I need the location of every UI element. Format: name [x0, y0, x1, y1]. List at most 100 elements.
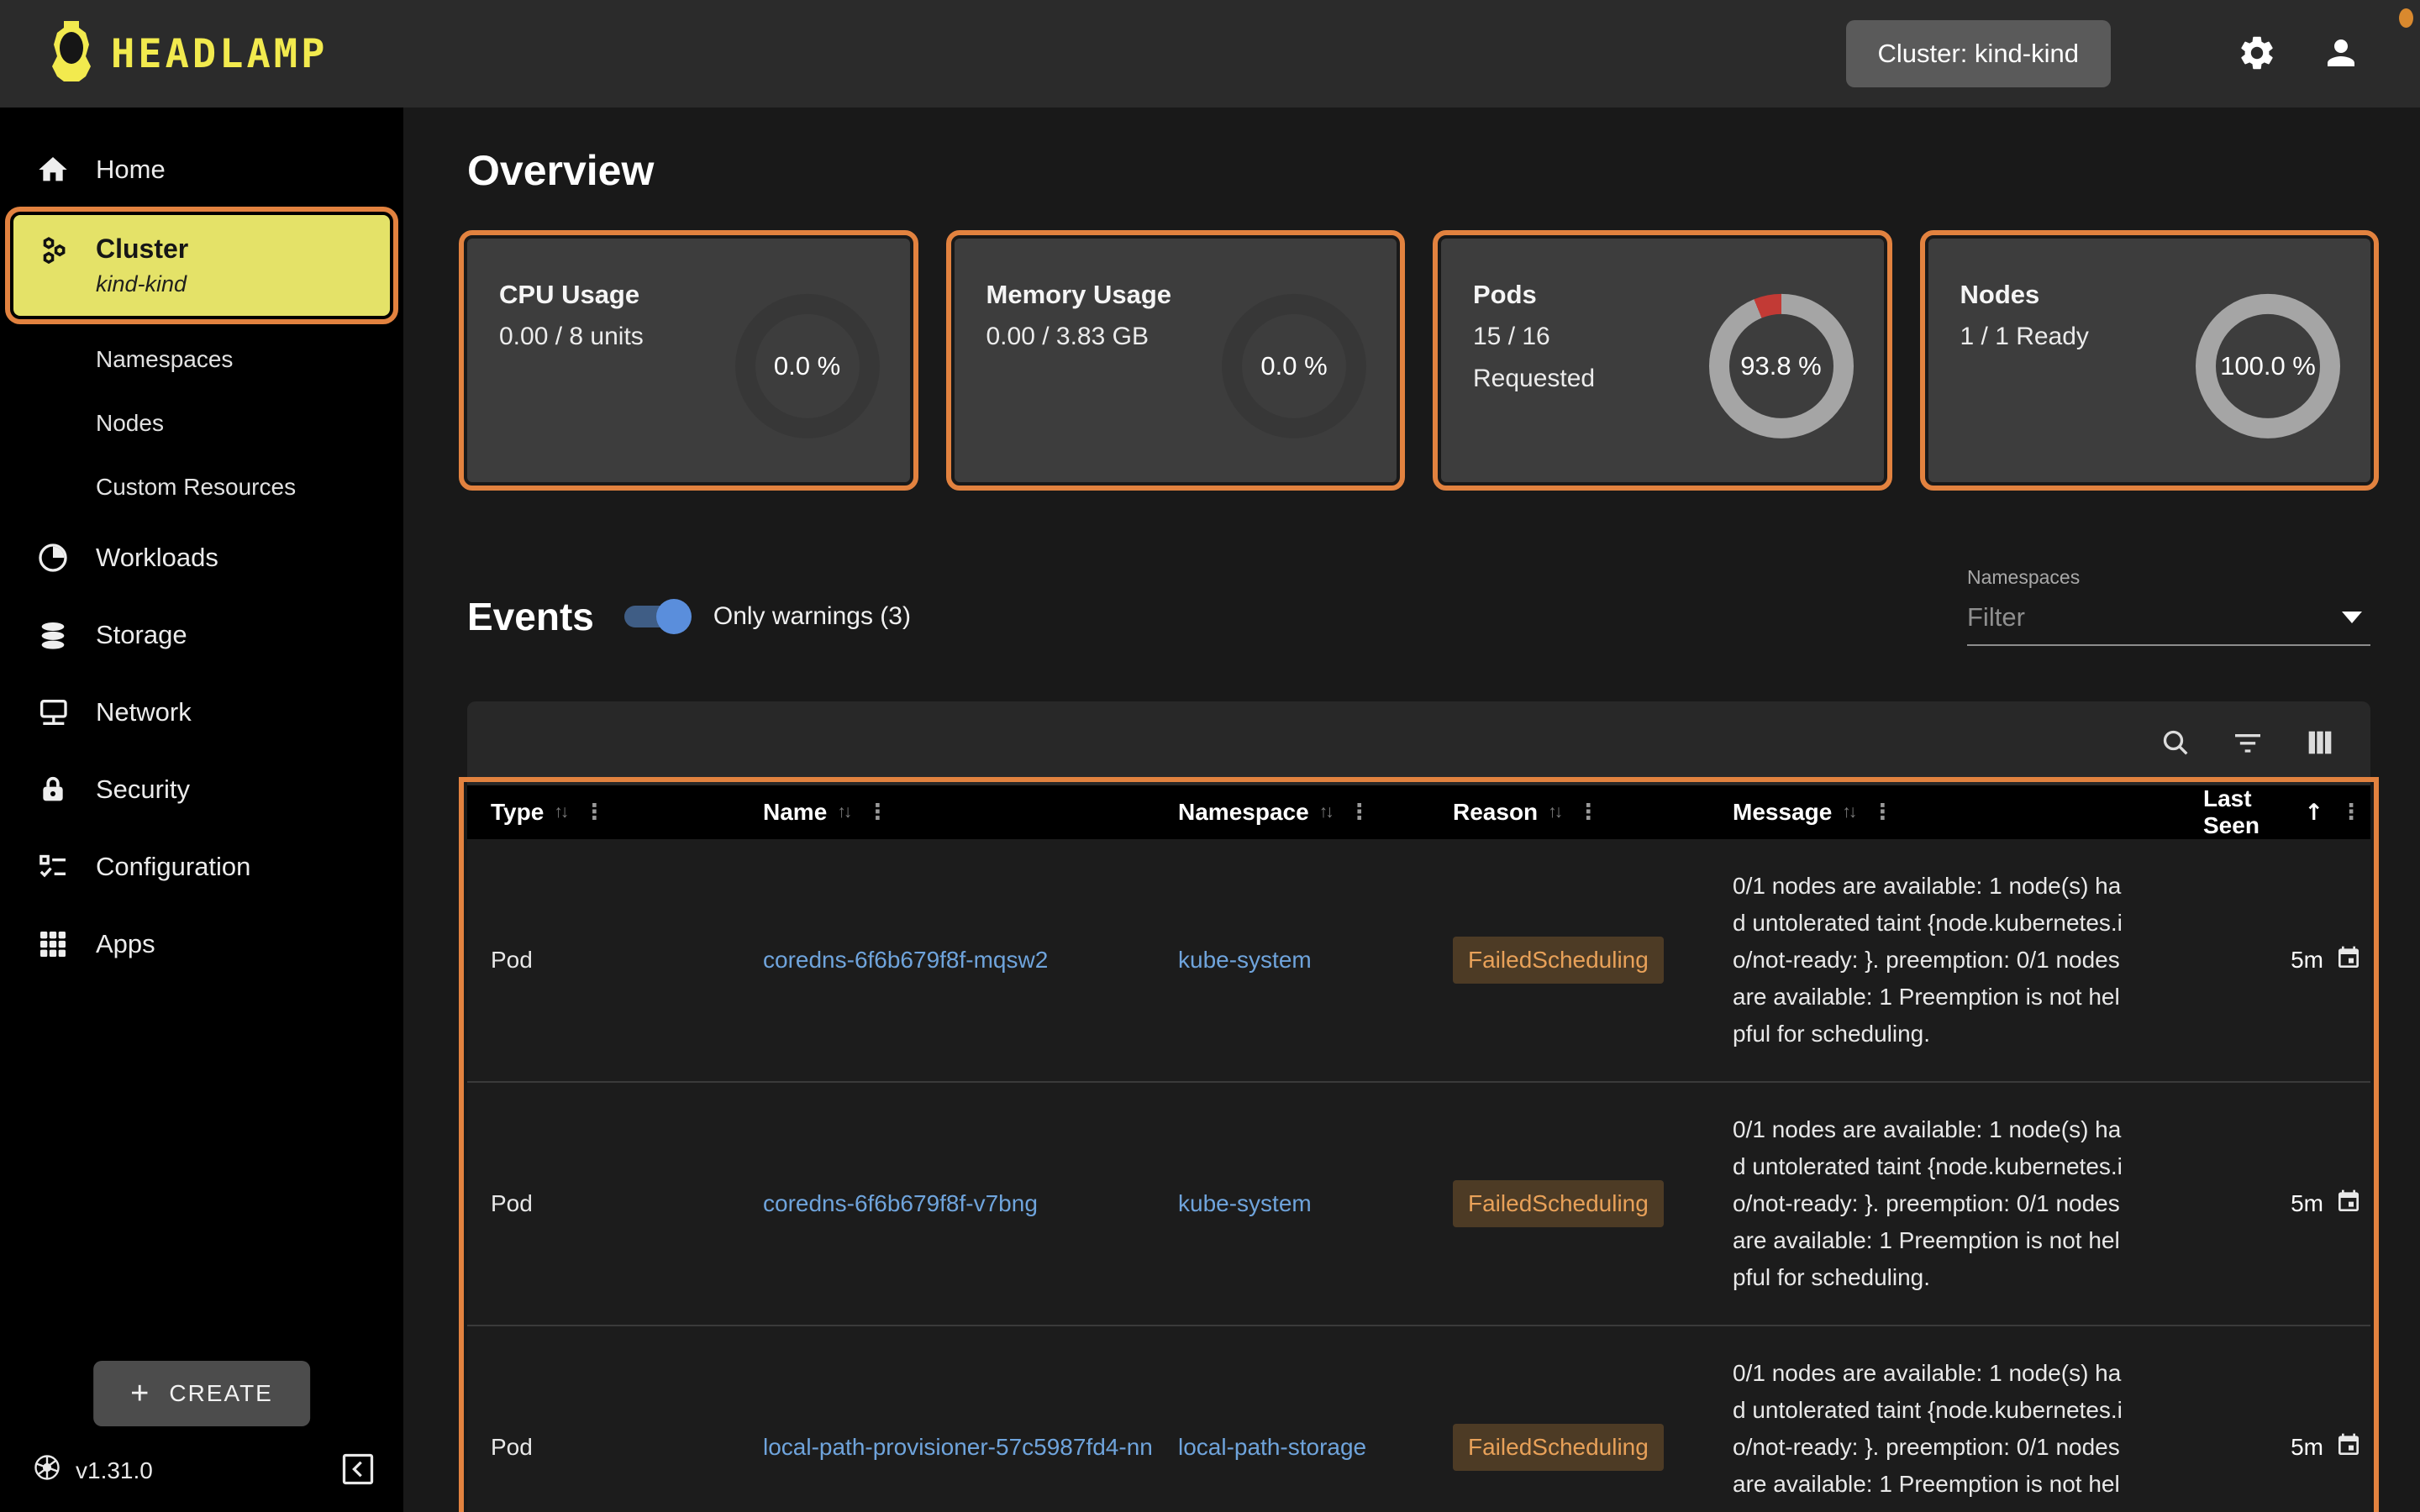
- collapse-sidebar-button[interactable]: [339, 1451, 376, 1490]
- column-menu-icon[interactable]: ⋮: [583, 800, 605, 825]
- nodes-donut-chart: 100.0 %: [2196, 293, 2340, 438]
- table-row: Pod coredns-6f6b679f8f-mqsw2 kube-system…: [467, 839, 2370, 1081]
- home-icon: [35, 153, 71, 186]
- sidebar-item-security[interactable]: Security: [0, 751, 403, 828]
- logo-text: HEADLAMP: [111, 30, 329, 77]
- sidebar-item-namespaces[interactable]: Namespaces: [0, 328, 403, 391]
- column-header-name[interactable]: Name ↑↓ ⋮: [763, 799, 1178, 826]
- nodes-percent-label: 100.0 %: [2220, 350, 2316, 381]
- reason-badge: FailedScheduling: [1453, 1180, 1664, 1227]
- table-search-button[interactable]: [2159, 726, 2192, 762]
- pods-card: Pods 15 / 16 Requested 93.8 %: [1433, 230, 1892, 491]
- sidebar-item-configuration[interactable]: Configuration: [0, 828, 403, 906]
- notification-dot: [2399, 8, 2413, 28]
- column-menu-icon[interactable]: ⋮: [1349, 800, 1370, 825]
- create-button[interactable]: + CREATE: [93, 1361, 310, 1426]
- cpu-percent-label: 0.0 %: [773, 350, 841, 381]
- column-header-namespace[interactable]: Namespace ↑↓ ⋮: [1178, 799, 1453, 826]
- cell-message: 0/1 nodes are available: 1 node(s) had u…: [1733, 1360, 2123, 1512]
- kubernetes-icon: [32, 1452, 62, 1488]
- configuration-icon: [35, 850, 71, 884]
- sidebar: Home Cluster kind-kind Namespaces Nodes …: [0, 108, 403, 1512]
- columns-icon: [2303, 726, 2337, 762]
- sort-ascending-icon: ↑: [2304, 799, 2323, 826]
- cell-type: Pod: [491, 1434, 533, 1460]
- cluster-version: v1.31.0: [32, 1452, 153, 1488]
- sidebar-cluster-name: kind-kind: [96, 271, 187, 297]
- namespace-link[interactable]: kube-system: [1178, 947, 1453, 974]
- settings-icon: [2237, 33, 2277, 76]
- sort-icon: ↑↓: [837, 802, 852, 822]
- sidebar-item-home[interactable]: Home: [0, 131, 403, 208]
- cell-message: 0/1 nodes are available: 1 node(s) had u…: [1733, 873, 2123, 1047]
- calendar-icon[interactable]: [2335, 1431, 2362, 1464]
- apps-icon: [35, 927, 71, 961]
- overview-cards: CPU Usage 0.00 / 8 units 0.0 % Memory Us…: [459, 230, 2379, 491]
- sort-icon: ↑↓: [1842, 802, 1857, 822]
- dropdown-caret-icon: [2342, 612, 2362, 623]
- events-table: Type ↑↓ ⋮ Name ↑↓ ⋮ Namespace ↑↓ ⋮ Reaso…: [459, 777, 2379, 1512]
- column-header-type[interactable]: Type ↑↓ ⋮: [491, 799, 763, 826]
- page-title: Overview: [467, 147, 655, 194]
- column-header-reason[interactable]: Reason ↑↓ ⋮: [1453, 799, 1733, 826]
- reason-badge: FailedScheduling: [1453, 937, 1664, 984]
- calendar-icon[interactable]: [2335, 944, 2362, 977]
- sidebar-item-workloads[interactable]: Workloads: [0, 519, 403, 596]
- table-header-row: Type ↑↓ ⋮ Name ↑↓ ⋮ Namespace ↑↓ ⋮ Reaso…: [467, 785, 2370, 839]
- namespaces-filter-placeholder: Filter: [1967, 602, 2025, 632]
- headlamp-logo[interactable]: HEADLAMP: [44, 19, 328, 89]
- memory-usage-card: Memory Usage 0.00 / 3.83 GB 0.0 %: [945, 230, 1405, 491]
- workloads-icon: [35, 541, 71, 575]
- topbar: HEADLAMP Cluster: kind-kind: [0, 0, 2420, 108]
- column-menu-icon[interactable]: ⋮: [866, 800, 888, 825]
- memory-percent-label: 0.0 %: [1260, 350, 1328, 381]
- cell-last-seen: 5m: [2291, 947, 2323, 973]
- table-row: Pod local-path-provisioner-57c5987fd4-nn…: [467, 1325, 2370, 1512]
- namespace-link[interactable]: local-path-storage: [1178, 1434, 1453, 1461]
- sort-icon: ↑↓: [1548, 802, 1563, 822]
- namespaces-filter[interactable]: Namespaces Filter: [1967, 566, 2370, 646]
- network-icon: [35, 696, 71, 729]
- column-menu-icon[interactable]: ⋮: [1871, 800, 1893, 825]
- pods-percent-label: 93.8 %: [1740, 350, 1822, 381]
- column-header-message[interactable]: Message ↑↓ ⋮: [1733, 799, 2203, 826]
- namespace-link[interactable]: kube-system: [1178, 1190, 1453, 1217]
- cluster-selector-button[interactable]: Cluster: kind-kind: [1845, 20, 2111, 87]
- sidebar-item-nodes[interactable]: Nodes: [0, 391, 403, 455]
- sidebar-item-cluster[interactable]: Cluster kind-kind: [5, 207, 398, 324]
- column-header-last-seen[interactable]: Last Seen ↑ ⋮: [2203, 785, 2370, 839]
- pod-link[interactable]: local-path-provisioner-57c5987fd4-nn: [763, 1434, 1158, 1461]
- collapse-sidebar-icon: [339, 1451, 376, 1490]
- cluster-icon: [37, 230, 72, 301]
- sidebar-item-storage[interactable]: Storage: [0, 596, 403, 674]
- sort-icon: ↑↓: [554, 802, 569, 822]
- events-title: Events: [467, 595, 594, 638]
- pod-link[interactable]: coredns-6f6b679f8f-v7bng: [763, 1190, 1158, 1217]
- user-icon: [2321, 33, 2361, 76]
- settings-button[interactable]: [2237, 33, 2277, 76]
- table-row: Pod coredns-6f6b679f8f-v7bng kube-system…: [467, 1081, 2370, 1325]
- cell-last-seen: 5m: [2291, 1434, 2323, 1460]
- pod-link[interactable]: coredns-6f6b679f8f-mqsw2: [763, 947, 1158, 974]
- table-columns-button[interactable]: [2303, 726, 2337, 762]
- pods-donut-chart: 93.8 %: [1708, 293, 1854, 438]
- cell-type: Pod: [491, 1190, 533, 1216]
- only-warnings-toggle[interactable]: [619, 596, 692, 637]
- table-filter-button[interactable]: [2231, 726, 2265, 762]
- column-menu-icon[interactable]: ⋮: [1577, 800, 1599, 825]
- reason-badge: FailedScheduling: [1453, 1424, 1664, 1471]
- calendar-icon[interactable]: [2335, 1188, 2362, 1221]
- sidebar-item-network[interactable]: Network: [0, 674, 403, 751]
- sidebar-item-apps[interactable]: Apps: [0, 906, 403, 983]
- security-icon: [35, 773, 71, 806]
- column-menu-icon[interactable]: ⋮: [2340, 800, 2362, 825]
- plus-icon: +: [130, 1376, 151, 1411]
- user-menu-button[interactable]: [2321, 33, 2361, 76]
- storage-icon: [35, 618, 71, 652]
- cpu-usage-card: CPU Usage 0.00 / 8 units 0.0 %: [459, 230, 918, 491]
- namespaces-filter-label: Namespaces: [1967, 566, 2081, 588]
- sidebar-item-custom-resources[interactable]: Custom Resources: [0, 455, 403, 519]
- cell-message: 0/1 nodes are available: 1 node(s) had u…: [1733, 1116, 2123, 1290]
- headlamp-logo-icon: [44, 19, 99, 89]
- sidebar-cluster-label: Cluster: [96, 234, 189, 264]
